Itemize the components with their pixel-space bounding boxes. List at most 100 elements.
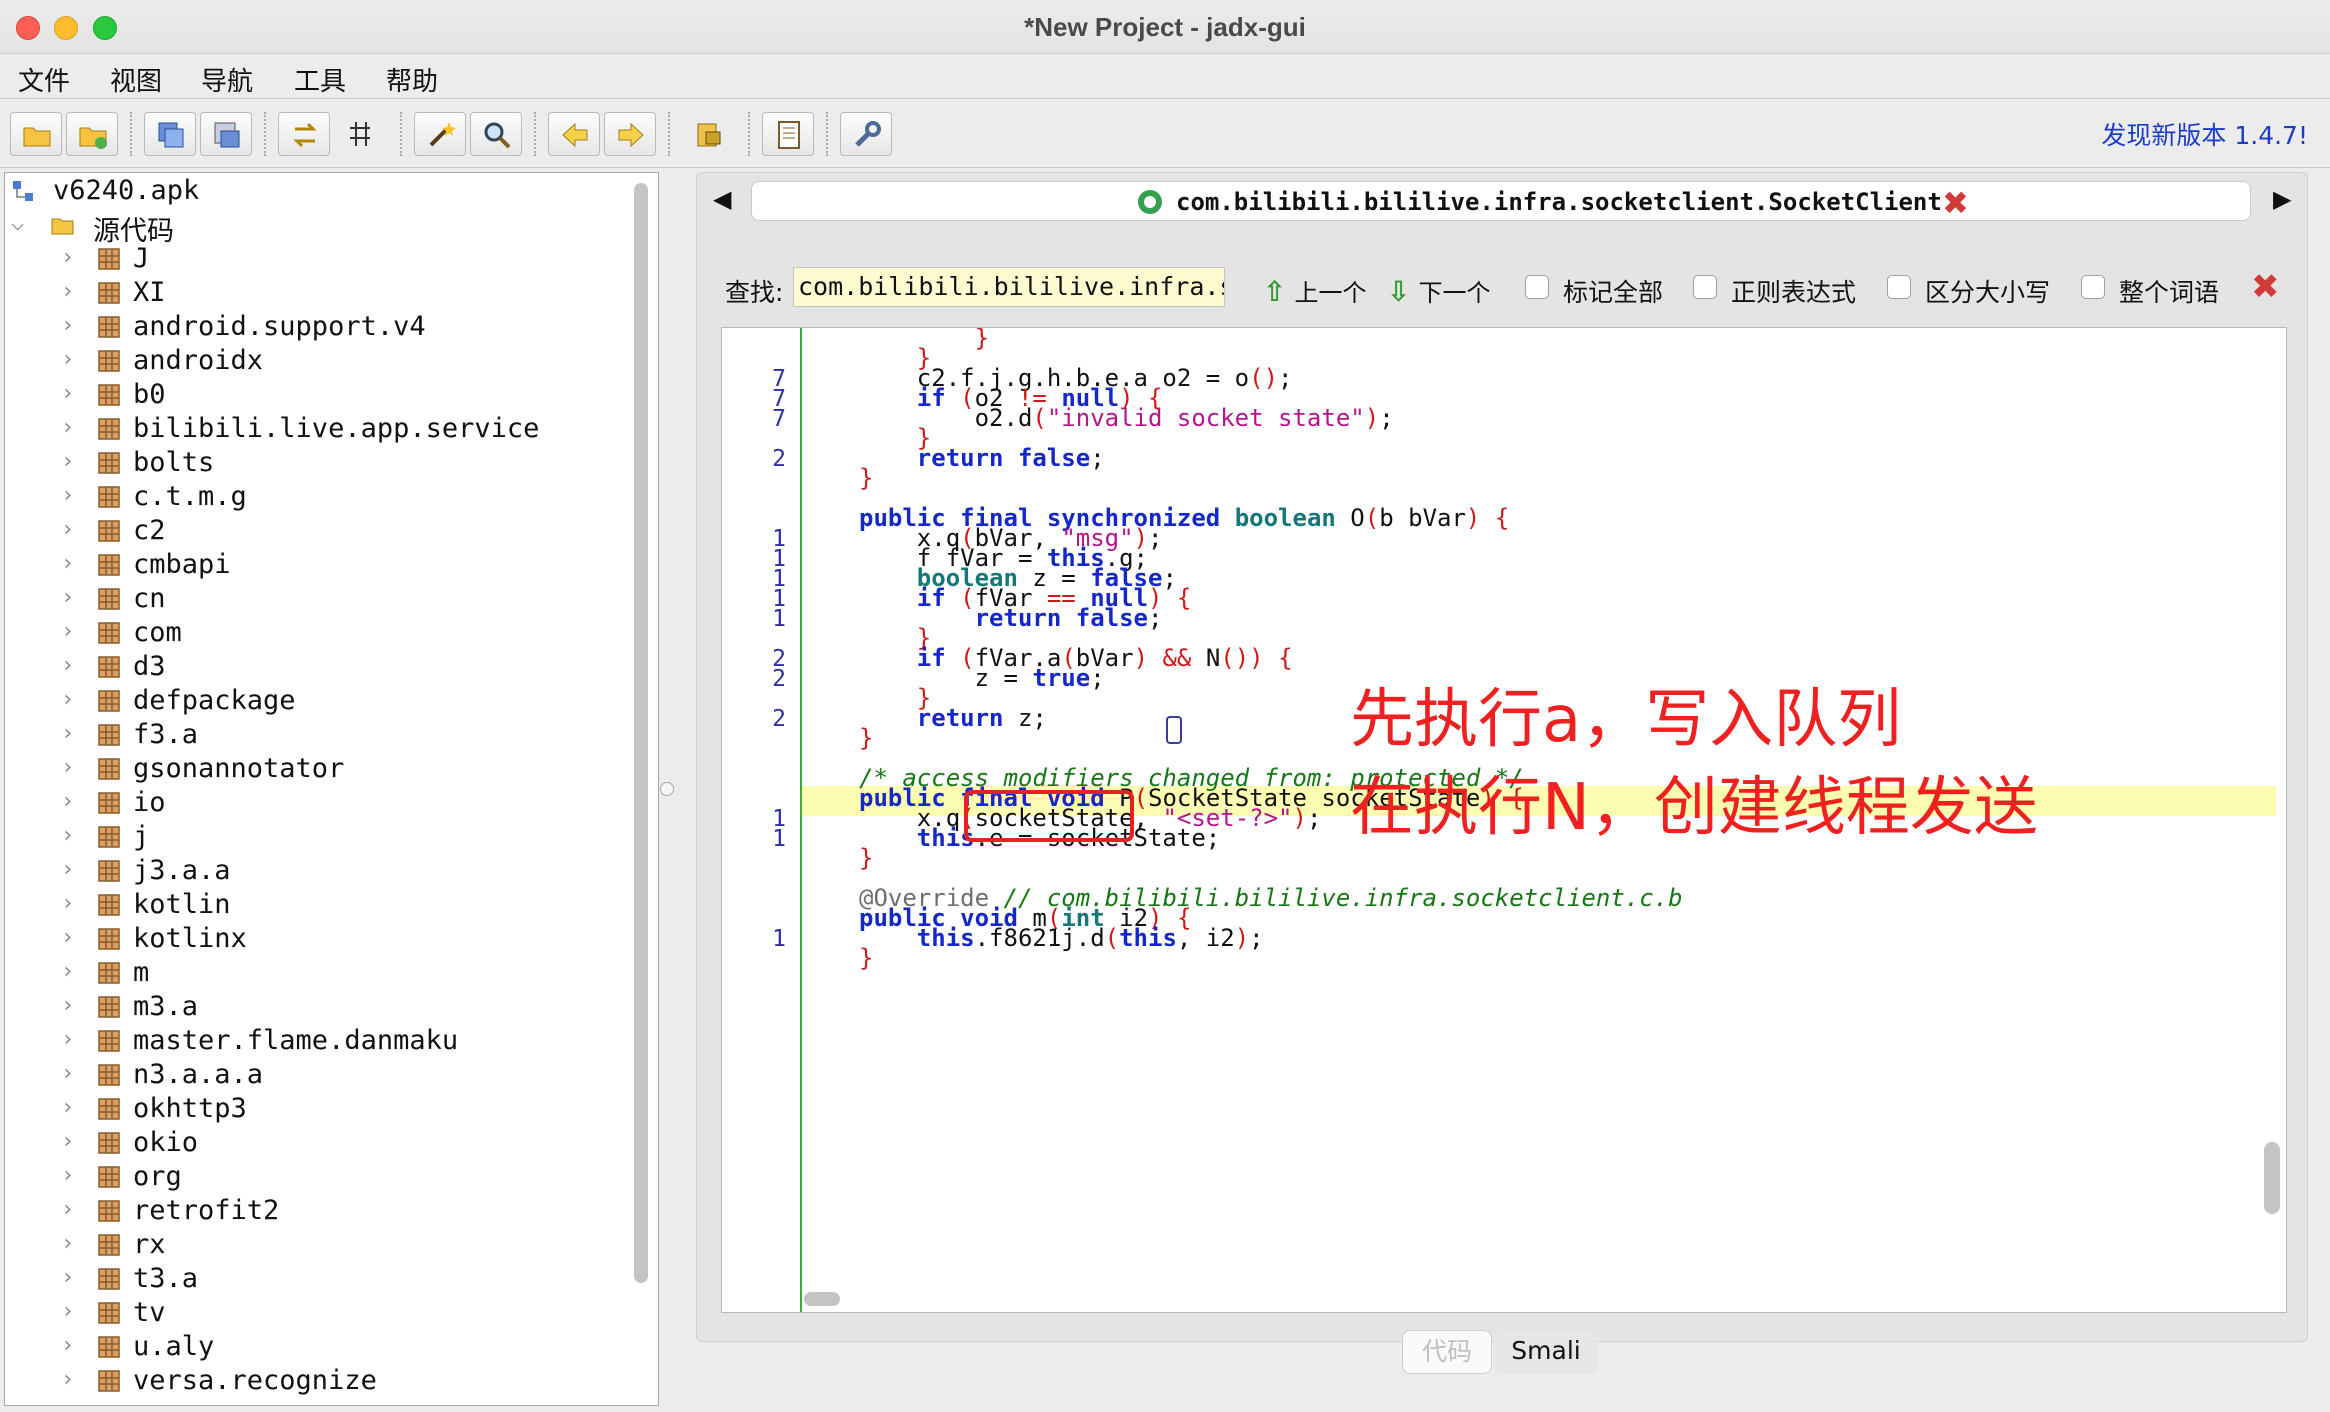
chevron-right-icon[interactable]: › bbox=[61, 789, 74, 814]
tab-bar: ◀ com.bilibili.bililive.infra.socketclie… bbox=[697, 173, 2309, 227]
chevron-right-icon[interactable]: › bbox=[61, 313, 74, 338]
package-icon bbox=[98, 588, 120, 610]
menu-view[interactable]: 视图 bbox=[110, 61, 162, 98]
tab-scroll-left-icon[interactable]: ◀ bbox=[713, 185, 731, 213]
class-icon bbox=[1138, 190, 1162, 214]
menu-help[interactable]: 帮助 bbox=[386, 61, 438, 98]
menu-tools[interactable]: 工具 bbox=[294, 61, 346, 98]
magic-wand-icon bbox=[429, 122, 456, 147]
toolbar-separator bbox=[748, 112, 750, 156]
back-button[interactable] bbox=[548, 112, 600, 156]
window-title: *New Project - jadx-gui bbox=[1024, 12, 1306, 42]
package-icon bbox=[98, 1132, 120, 1154]
search-next-button[interactable]: ⇩ 下一个 bbox=[1387, 273, 1490, 308]
match-case-checkbox[interactable] bbox=[1887, 275, 1911, 299]
chevron-right-icon[interactable]: › bbox=[61, 1163, 74, 1188]
project-tree: v6240.apk ⌵ 源代码 › J › XI › android.support.v4… bbox=[4, 172, 659, 1406]
arrow-left-icon bbox=[562, 122, 588, 148]
package-icon bbox=[98, 1268, 120, 1290]
decompile-all-button[interactable] bbox=[414, 112, 466, 156]
magnifier-icon bbox=[484, 122, 511, 149]
tab-socketclient[interactable]: com.bilibili.bililive.infra.socketclient… bbox=[751, 181, 2251, 222]
whole-word-checkbox[interactable] bbox=[2081, 275, 2105, 299]
chevron-right-icon[interactable]: › bbox=[61, 1299, 74, 1324]
clipboard-lock-icon bbox=[697, 123, 721, 147]
add-files-button[interactable] bbox=[66, 112, 118, 156]
chevron-right-icon[interactable]: › bbox=[61, 721, 74, 746]
chevron-right-icon[interactable]: › bbox=[61, 1129, 74, 1154]
chevron-right-icon[interactable]: › bbox=[61, 1231, 74, 1256]
search-prev-button[interactable]: ⇧ 上一个 bbox=[1263, 273, 1366, 308]
chevron-right-icon[interactable]: › bbox=[61, 1333, 74, 1358]
package-icon bbox=[98, 996, 120, 1018]
line-number: 2 bbox=[772, 706, 786, 732]
deobfuscation-button[interactable] bbox=[682, 112, 734, 156]
chevron-right-icon[interactable]: › bbox=[61, 755, 74, 780]
code-horizontal-scrollbar[interactable] bbox=[804, 1292, 840, 1306]
package-icon bbox=[98, 622, 120, 644]
chevron-right-icon[interactable]: › bbox=[61, 585, 74, 610]
preferences-button[interactable] bbox=[840, 112, 892, 156]
save-all-button[interactable] bbox=[144, 112, 196, 156]
search-text-button[interactable] bbox=[470, 112, 522, 156]
chevron-right-icon[interactable]: › bbox=[61, 1095, 74, 1120]
line-number: 1 bbox=[772, 606, 786, 632]
log-viewer-button[interactable] bbox=[762, 112, 814, 156]
arrow-right-icon bbox=[618, 122, 644, 148]
forward-button[interactable] bbox=[604, 112, 656, 156]
folder-open-icon bbox=[51, 218, 74, 235]
code-vertical-scrollbar[interactable] bbox=[2264, 1142, 2280, 1214]
chevron-right-icon[interactable]: › bbox=[61, 449, 74, 474]
chevron-right-icon[interactable]: › bbox=[61, 687, 74, 712]
tab-code-view[interactable]: 代码 bbox=[1402, 1330, 1492, 1374]
chevron-right-icon[interactable]: › bbox=[61, 415, 74, 440]
title-bar: *New Project - jadx-gui bbox=[0, 0, 2330, 54]
tab-scroll-right-icon[interactable]: ▶ bbox=[2273, 185, 2291, 213]
chevron-right-icon[interactable]: › bbox=[61, 551, 74, 576]
chevron-down-icon[interactable]: ⌵ bbox=[11, 211, 24, 236]
tree-scrollbar[interactable] bbox=[634, 183, 648, 1283]
search-input[interactable]: com.bilibili.bililive.infra.socketclie bbox=[793, 267, 1225, 307]
toolbar-separator bbox=[826, 112, 828, 156]
regex-checkbox[interactable] bbox=[1693, 275, 1717, 299]
chevron-right-icon[interactable]: › bbox=[61, 1061, 74, 1086]
chevron-right-icon[interactable]: › bbox=[61, 245, 74, 270]
line-number: 1 bbox=[772, 826, 786, 852]
chevron-right-icon[interactable]: › bbox=[61, 891, 74, 916]
toolbar-separator bbox=[534, 112, 536, 156]
export-button[interactable] bbox=[200, 112, 252, 156]
tab-smali-view[interactable]: Smali bbox=[1494, 1330, 1598, 1374]
chevron-right-icon[interactable]: › bbox=[61, 823, 74, 848]
menu-bar: 文件 视图 导航 工具 帮助 bbox=[0, 55, 2330, 99]
code-line: } bbox=[859, 464, 874, 492]
sync-tree-button[interactable] bbox=[278, 112, 330, 156]
open-file-button[interactable] bbox=[10, 112, 62, 156]
package-icon bbox=[98, 724, 120, 746]
menu-navigate[interactable]: 导航 bbox=[201, 61, 253, 98]
chevron-right-icon[interactable]: › bbox=[61, 653, 74, 678]
mark-all-checkbox[interactable] bbox=[1525, 275, 1549, 299]
chevron-right-icon[interactable]: › bbox=[61, 517, 74, 542]
package-icon bbox=[98, 826, 120, 848]
chevron-right-icon[interactable]: › bbox=[61, 1197, 74, 1222]
chevron-right-icon[interactable]: › bbox=[61, 483, 74, 508]
package-icon bbox=[98, 928, 120, 950]
chevron-right-icon[interactable]: › bbox=[61, 347, 74, 372]
tab-close-icon[interactable]: ✖ bbox=[1942, 184, 1969, 222]
chevron-right-icon[interactable]: › bbox=[61, 857, 74, 882]
search-close-icon[interactable]: ✖ bbox=[2251, 267, 2280, 307]
splitter-handle[interactable] bbox=[660, 782, 674, 796]
chevron-right-icon[interactable]: › bbox=[61, 1265, 74, 1290]
package-icon bbox=[98, 758, 120, 780]
menu-file[interactable]: 文件 bbox=[18, 61, 70, 98]
chevron-right-icon[interactable]: › bbox=[61, 993, 74, 1018]
chevron-right-icon[interactable]: › bbox=[61, 959, 74, 984]
chevron-right-icon[interactable]: › bbox=[61, 619, 74, 644]
chevron-right-icon[interactable]: › bbox=[61, 925, 74, 950]
flatten-packages-button[interactable] bbox=[334, 112, 386, 156]
chevron-right-icon[interactable]: › bbox=[61, 1027, 74, 1052]
chevron-right-icon[interactable]: › bbox=[61, 279, 74, 304]
update-available-link[interactable]: 发现新版本 1.4.7! bbox=[2101, 116, 2308, 152]
chevron-right-icon[interactable]: › bbox=[61, 1367, 74, 1392]
chevron-right-icon[interactable]: › bbox=[61, 381, 74, 406]
